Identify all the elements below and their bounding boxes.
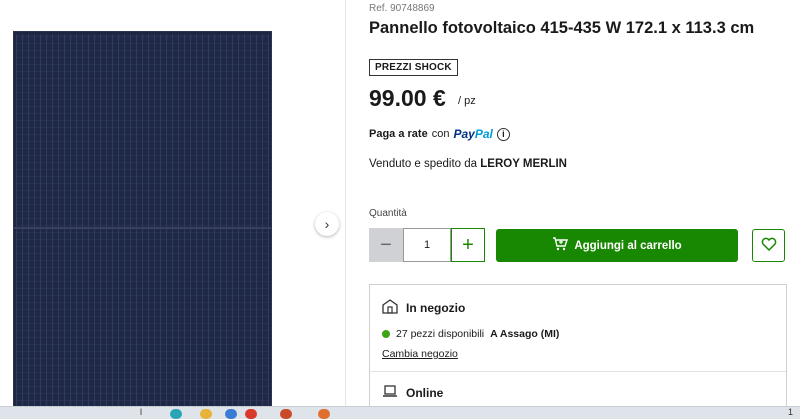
taskbar: l 1 (0, 406, 800, 419)
online-heading-label: Online (406, 386, 444, 400)
divider (370, 371, 786, 372)
product-title: Pannello fotovoltaico 415-435 W 172.1 x … (369, 19, 755, 37)
seller-prefix: Venduto e spedito da (369, 158, 478, 170)
product-gallery: › (0, 0, 346, 411)
taskbar-text: l (140, 407, 142, 417)
add-to-cart-button[interactable]: Aggiungi al carrello (496, 229, 738, 262)
paypal-logo: PayPal (453, 127, 493, 141)
promo-badge: PREZZI SHOCK (369, 59, 458, 76)
status-dot (382, 330, 390, 338)
quantity-input[interactable]: 1 (403, 228, 451, 262)
laptop-icon (382, 385, 398, 401)
installment-row: Paga a rate con PayPal i (369, 127, 510, 141)
taskbar-clock: 1 (788, 407, 794, 417)
quantity-stepper: − 1 + (369, 228, 485, 262)
product-ref: Ref. 90748869 (369, 3, 435, 14)
store-location: A Assago (MI) (490, 328, 560, 340)
info-icon[interactable]: i (496, 127, 510, 141)
availability-box: In negozio 27 pezzi disponibili A Assago… (369, 284, 787, 419)
cart-icon (552, 237, 569, 254)
store-heading: In negozio (382, 299, 465, 317)
quantity-label: Quantità (369, 208, 407, 219)
product-price: 99.00 € (369, 85, 446, 111)
add-to-cart-label: Aggiungi al carrello (574, 239, 682, 252)
heart-icon (761, 237, 777, 255)
installment-with: con (431, 128, 450, 140)
panel-divider (14, 227, 271, 229)
change-store-link[interactable]: Cambia negozio (382, 348, 458, 360)
online-heading: Online (382, 385, 443, 401)
store-heading-label: In negozio (406, 301, 466, 315)
availability-row: 27 pezzi disponibili A Assago (MI) (382, 328, 559, 340)
chevron-right-icon[interactable]: › (315, 212, 339, 236)
decrease-button[interactable]: − (369, 228, 403, 262)
availability-count: 27 pezzi disponibili (396, 328, 485, 340)
seller-info: Venduto e spedito da LEROY MERLIN (369, 158, 567, 170)
price-unit: / pz (458, 95, 476, 107)
solar-cells (16, 34, 269, 408)
store-icon (382, 299, 398, 317)
product-image[interactable] (13, 31, 272, 411)
seller-name: LEROY MERLIN (480, 158, 567, 170)
installment-label: Paga a rate (369, 128, 428, 140)
wishlist-button[interactable] (752, 229, 785, 262)
increase-button[interactable]: + (451, 228, 485, 262)
